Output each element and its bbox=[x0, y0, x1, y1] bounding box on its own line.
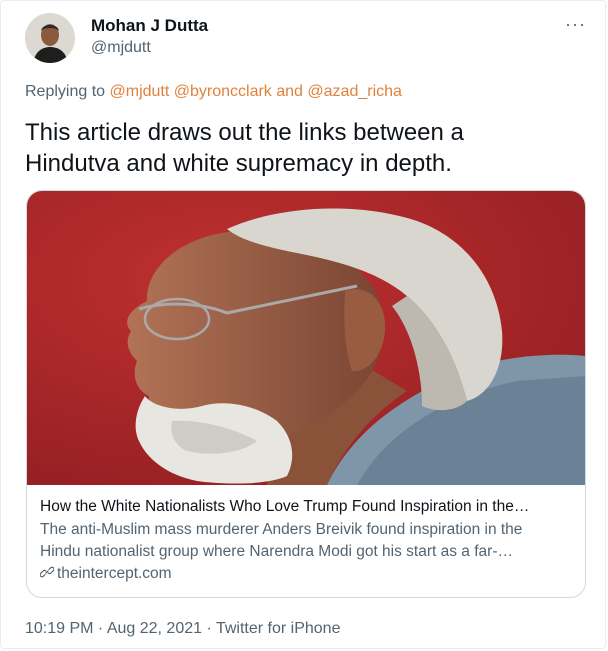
tweet-text-line: This article draws out the links between… bbox=[25, 119, 464, 146]
tweet-card: Mohan J Dutta @mjdutt ··· Replying to @m… bbox=[0, 0, 606, 649]
replying-to-label: Replying to bbox=[25, 83, 110, 100]
tweet-date[interactable]: Aug 22, 2021 bbox=[107, 620, 202, 637]
reply-mentions[interactable]: @mjdutt @byroncclark bbox=[110, 83, 272, 100]
link-meta[interactable]: How the White Nationalists Who Love Trum… bbox=[39, 497, 574, 585]
footer-separator: · bbox=[93, 620, 107, 637]
reply-mention-last[interactable]: @azad_richa bbox=[307, 83, 402, 100]
link-description: The anti-Muslim mass murderer Anders Bre… bbox=[40, 519, 574, 563]
author-name[interactable]: Mohan J Dutta bbox=[91, 16, 208, 36]
link-domain[interactable]: theintercept.com bbox=[39, 563, 574, 585]
reply-joiner: and bbox=[271, 83, 308, 100]
link-title[interactable]: How the White Nationalists Who Love Trum… bbox=[40, 497, 574, 517]
link-preview-card[interactable]: How the White Nationalists Who Love Trum… bbox=[26, 190, 586, 598]
link-description-line: The anti-Muslim mass murderer Anders Bre… bbox=[40, 521, 523, 538]
tweet-footer: 10:19 PM · Aug 22, 2021 · Twitter for iP… bbox=[25, 620, 340, 638]
avatar[interactable] bbox=[25, 13, 75, 63]
avatar-photo bbox=[25, 13, 75, 63]
tweet-text-line: Hindutva and white supremacy in depth. bbox=[25, 150, 452, 177]
replying-to: Replying to @mjdutt @byroncclark and @az… bbox=[25, 83, 402, 101]
more-options-icon[interactable]: ··· bbox=[565, 14, 586, 35]
tweet-text: This article draws out the links between… bbox=[25, 117, 585, 179]
link-icon bbox=[39, 563, 55, 585]
footer-separator: · bbox=[202, 620, 216, 637]
author-handle[interactable]: @mjdutt bbox=[91, 39, 151, 57]
tweet-source[interactable]: Twitter for iPhone bbox=[216, 620, 341, 637]
link-description-line: Hindu nationalist group where Narendra M… bbox=[40, 543, 513, 560]
article-image[interactable] bbox=[27, 191, 585, 485]
tweet-time[interactable]: 10:19 PM bbox=[25, 620, 93, 637]
link-domain-text: theintercept.com bbox=[57, 565, 172, 582]
